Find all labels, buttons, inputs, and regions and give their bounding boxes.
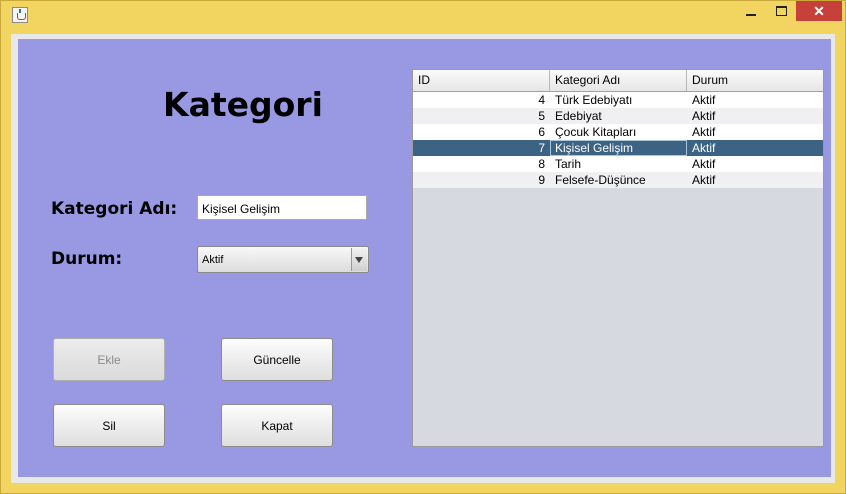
durum-selected-value: Aktif <box>202 254 224 266</box>
table-header: ID Kategori Adı Durum <box>413 70 823 92</box>
table-row-selected[interactable]: 7 Kişisel Gelişim Aktif <box>413 140 823 156</box>
column-header-id[interactable]: ID <box>413 70 550 91</box>
close-button[interactable]: ✕ <box>796 1 842 21</box>
column-header-durum[interactable]: Durum <box>687 70 823 91</box>
cell-kategori-adi: Çocuk Kitapları <box>555 125 637 139</box>
guncelle-button[interactable]: Güncelle <box>221 338 333 381</box>
maximize-icon <box>775 6 787 16</box>
cell-kategori-adi: Edebiyat <box>555 109 602 123</box>
cell-durum: Aktif <box>692 93 716 107</box>
cell-kategori-adi: Kişisel Gelişim <box>550 140 687 156</box>
cell-kategori-adi: Felsefe-Düşünce <box>555 173 646 187</box>
close-icon: ✕ <box>813 2 825 19</box>
cell-kategori-adi: Tarih <box>555 157 582 171</box>
table-row[interactable]: 9 Felsefe-Düşünce Aktif <box>413 172 823 188</box>
kategori-panel: Kategori Kategori Adı: Kişisel Gelişim D… <box>18 39 831 477</box>
table-row[interactable]: 6 Çocuk Kitapları Aktif <box>413 124 823 140</box>
minimize-button[interactable] <box>736 1 766 21</box>
table-row[interactable]: 5 Edebiyat Aktif <box>413 108 823 124</box>
cell-durum: Aktif <box>692 141 716 155</box>
chevron-down-icon[interactable] <box>351 248 367 271</box>
window-client-area: Kategori Kategori Adı: Kişisel Gelişim D… <box>11 34 835 483</box>
cell-durum: Aktif <box>692 173 716 187</box>
cell-kategori-adi: Türk Edebiyatı <box>555 93 633 107</box>
kapat-button[interactable]: Kapat <box>221 404 333 447</box>
column-header-kategori-adi[interactable]: Kategori Adı <box>550 70 687 91</box>
cell-id: 9 <box>538 173 545 187</box>
title-bar[interactable]: ✕ <box>1 1 845 31</box>
java-app-icon[interactable] <box>12 7 28 23</box>
kategori-adi-label: Kategori Adı: <box>51 199 178 219</box>
cell-id: 6 <box>538 125 545 139</box>
cell-durum: Aktif <box>692 157 716 171</box>
sil-button[interactable]: Sil <box>53 404 165 447</box>
cell-durum: Aktif <box>692 109 716 123</box>
durum-label: Durum: <box>51 249 123 269</box>
minimize-icon <box>746 14 756 16</box>
table-row[interactable]: 4 Türk Edebiyatı Aktif <box>413 92 823 108</box>
page-title: Kategori <box>163 85 323 124</box>
ekle-button[interactable]: Ekle <box>53 338 165 381</box>
cell-id: 4 <box>538 93 545 107</box>
cell-id: 5 <box>538 109 545 123</box>
durum-select[interactable]: Aktif <box>197 246 369 273</box>
app-window: ✕ Kategori Kategori Adı: Kişisel Gelişim… <box>0 0 846 494</box>
cell-durum: Aktif <box>692 125 716 139</box>
kategori-table[interactable]: ID Kategori Adı Durum 4 Türk Edebiyatı A… <box>412 69 824 447</box>
cell-id: 8 <box>538 157 545 171</box>
kategori-adi-input[interactable]: Kişisel Gelişim <box>197 195 367 220</box>
table-row[interactable]: 8 Tarih Aktif <box>413 156 823 172</box>
maximize-button[interactable] <box>767 1 795 21</box>
cell-id: 7 <box>538 141 545 155</box>
